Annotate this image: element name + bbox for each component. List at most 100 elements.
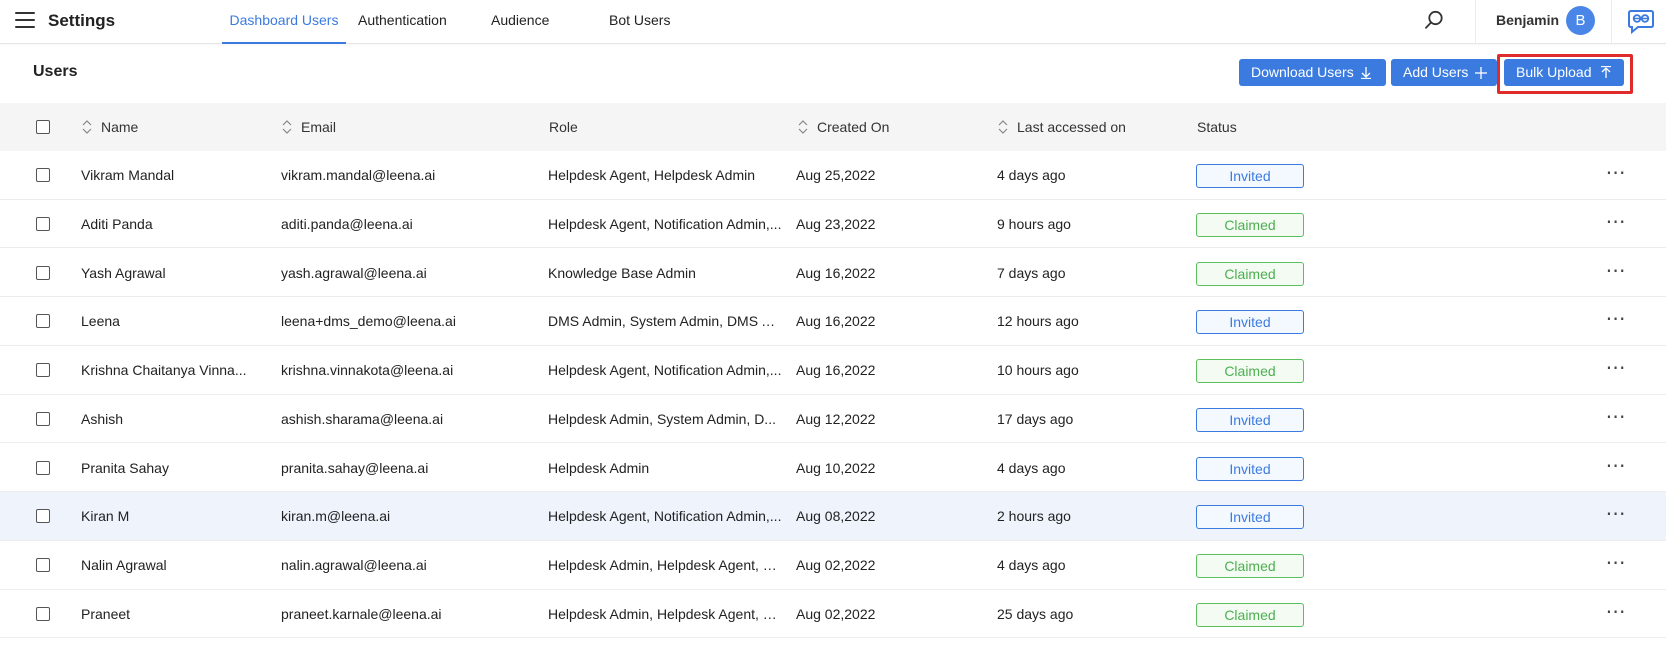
- cell-email: kiran.m@leena.ai: [281, 508, 391, 525]
- more-options-icon[interactable]: ⋯: [1604, 492, 1628, 540]
- tab-dashboard-users[interactable]: Dashboard Users: [222, 0, 346, 44]
- column-header-name[interactable]: Name: [82, 103, 138, 151]
- table-row[interactable]: Nalin Agrawal nalin.agrawal@leena.ai Helpd…: [0, 541, 1666, 590]
- cell-created-on: Aug 16,2022: [796, 313, 876, 330]
- cell-email: pranita.sahay@leena.ai: [281, 459, 429, 476]
- cell-last-accessed: 12 hours ago: [997, 313, 1079, 330]
- row-checkbox[interactable]: [36, 558, 50, 572]
- cell-last-accessed: 25 days ago: [997, 605, 1074, 622]
- more-options-icon[interactable]: ⋯: [1604, 200, 1628, 248]
- column-label: Created On: [817, 119, 890, 135]
- cell-email: yash.agrawal@leena.ai: [281, 264, 427, 281]
- more-options-icon[interactable]: ⋯: [1604, 151, 1628, 199]
- column-header-email[interactable]: Email: [282, 103, 336, 151]
- cell-created-on: Aug 12,2022: [796, 410, 876, 427]
- cell-last-accessed: 4 days ago: [997, 557, 1066, 573]
- avatar[interactable]: B: [1566, 6, 1595, 35]
- more-options-icon[interactable]: ⋯: [1604, 395, 1628, 443]
- more-options-icon[interactable]: ⋯: [1604, 541, 1628, 589]
- more-options-icon[interactable]: ⋯: [1604, 297, 1628, 345]
- cell-created-on: Aug 10,2022: [796, 459, 876, 476]
- upload-icon: [1601, 66, 1611, 78]
- status-badge: Claimed: [1196, 554, 1304, 578]
- column-header-status: Status: [1197, 119, 1237, 135]
- user-name[interactable]: Benjamin: [1496, 12, 1559, 28]
- search-icon[interactable]: [1424, 10, 1444, 30]
- tab-authentication[interactable]: Authentication: [358, 0, 447, 44]
- topbar-divider: [1475, 0, 1476, 44]
- table-row[interactable]: Leena leena+dms_demo@leena.ai DMS Admin, S…: [0, 297, 1666, 346]
- cell-last-accessed: 10 hours ago: [997, 362, 1079, 378]
- plus-icon: [1475, 67, 1487, 79]
- cell-last-accessed: 9 hours ago: [997, 215, 1071, 232]
- tab-audience[interactable]: Audience: [491, 0, 549, 44]
- hamburger-menu-icon[interactable]: [15, 12, 35, 28]
- cell-role: Helpdesk Admin, Helpdesk Agent, V...: [548, 557, 782, 573]
- more-options-icon[interactable]: ⋯: [1604, 444, 1628, 492]
- cell-role: Helpdesk Agent, Helpdesk Admin: [548, 167, 756, 183]
- more-options-icon[interactable]: ⋯: [1604, 590, 1628, 638]
- cell-last-accessed: 4 days ago: [997, 459, 1066, 476]
- table-row[interactable]: Pranita Sahay pranita.sahay@leena.ai Helpd…: [0, 443, 1666, 493]
- column-header-last-accessed[interactable]: Last accessed on: [998, 103, 1126, 151]
- cell-name: Pranita Sahay: [81, 459, 169, 476]
- cell-name: Aditi Panda: [81, 215, 153, 232]
- cell-created-on: Aug 08,2022: [796, 508, 876, 525]
- table-row[interactable]: Ashish ashish.sharama@leena.ai Helpdesk Ad…: [0, 394, 1666, 444]
- status-badge: Invited: [1196, 407, 1304, 432]
- table-row[interactable]: Krishna Chaitanya Vinna... krishna.vinnak…: [0, 346, 1666, 395]
- row-checkbox[interactable]: [36, 265, 50, 280]
- sort-icon: [282, 120, 292, 135]
- cell-email: krishna.vinnakota@leena.ai: [281, 362, 454, 378]
- cell-name: Leena: [81, 313, 120, 330]
- status-badge: Invited: [1196, 456, 1304, 481]
- table-row[interactable]: Vikram Mandal vikram.mandal@leena.ai Helpd…: [0, 151, 1666, 200]
- sort-icon: [798, 120, 808, 135]
- table-row[interactable]: Aditi Panda aditi.panda@leena.ai Helpdesk …: [0, 199, 1666, 249]
- cell-name: Vikram Mandal: [81, 167, 175, 183]
- cell-role: Knowledge Base Admin: [548, 264, 696, 281]
- cell-email: leena+dms_demo@leena.ai: [281, 313, 456, 330]
- table-row[interactable]: Yash Agrawal yash.agrawal@leena.ai Knowled…: [0, 248, 1666, 298]
- status-badge: Invited: [1196, 505, 1304, 530]
- cell-last-accessed: 4 days ago: [997, 167, 1066, 183]
- page-title: Users: [33, 63, 78, 80]
- tab-bot-users[interactable]: Bot Users: [609, 0, 670, 44]
- cell-created-on: Aug 25,2022: [796, 167, 876, 183]
- column-label: Name: [101, 119, 139, 135]
- sort-icon: [998, 120, 1008, 135]
- row-checkbox[interactable]: [36, 411, 50, 426]
- column-header-role: Role: [549, 119, 578, 135]
- row-checkbox[interactable]: [36, 168, 50, 182]
- table-row[interactable]: Praneet praneet.karnale@leena.ai Helpdesk …: [0, 589, 1666, 639]
- more-options-icon[interactable]: ⋯: [1604, 346, 1628, 394]
- table-row[interactable]: Kiran M kiran.m@leena.ai Helpdesk Agent, N…: [0, 492, 1666, 541]
- more-options-icon[interactable]: ⋯: [1604, 249, 1628, 297]
- chat-bot-icon[interactable]: [1627, 8, 1655, 34]
- row-checkbox[interactable]: [36, 314, 50, 329]
- row-checkbox[interactable]: [36, 216, 50, 231]
- select-all-checkbox[interactable]: [36, 120, 50, 134]
- cell-role: Helpdesk Agent, Notification Admin,...: [548, 215, 782, 232]
- row-checkbox[interactable]: [36, 606, 50, 621]
- column-label: Last accessed on: [1017, 119, 1126, 135]
- topbar-divider: [1611, 0, 1612, 44]
- cell-name: Kiran M: [81, 508, 130, 525]
- status-badge: Claimed: [1196, 261, 1304, 286]
- row-checkbox[interactable]: [36, 363, 50, 377]
- top-navigation-bar: Settings Dashboard Users Authentication …: [0, 0, 1666, 44]
- cell-email: aditi.panda@leena.ai: [281, 215, 413, 232]
- row-checkbox[interactable]: [36, 460, 50, 475]
- row-checkbox[interactable]: [36, 509, 50, 524]
- cell-created-on: Aug 16,2022: [796, 362, 876, 378]
- column-label: Email: [301, 119, 337, 135]
- download-users-button[interactable]: Download Users: [1239, 59, 1386, 86]
- app-title: Settings: [48, 11, 116, 30]
- add-users-button[interactable]: Add Users: [1391, 59, 1497, 86]
- cell-role: Helpdesk Admin: [548, 459, 650, 476]
- column-header-created-on[interactable]: Created On: [798, 103, 889, 151]
- cell-created-on: Aug 02,2022: [796, 605, 876, 622]
- bulk-upload-button[interactable]: Bulk Upload: [1504, 59, 1624, 86]
- cell-email: praneet.karnale@leena.ai: [281, 605, 442, 622]
- bulk-upload-label: Bulk Upload: [1516, 64, 1592, 80]
